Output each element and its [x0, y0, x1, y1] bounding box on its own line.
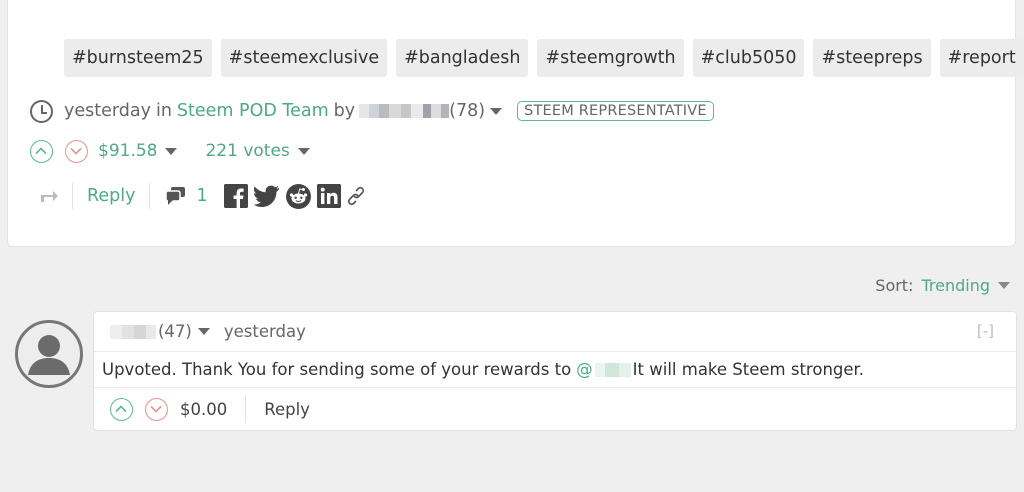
post-vote-row: $91.58 221 votes: [30, 136, 310, 166]
resteem-icon[interactable]: [38, 185, 60, 207]
comments-icon[interactable]: [164, 184, 188, 208]
comment-count[interactable]: 1: [196, 186, 207, 206]
reply-button[interactable]: Reply: [87, 186, 135, 206]
mention-at[interactable]: @: [576, 360, 593, 379]
sort-dropdown[interactable]: Trending: [921, 276, 990, 295]
action-divider: [72, 183, 73, 209]
author-title-badge: STEEM REPRESENTATIVE: [517, 101, 714, 121]
twitter-icon[interactable]: [253, 185, 280, 207]
tag-steemgrowth[interactable]: #steemgrowth: [537, 39, 684, 77]
post-card: #burnsteem25 #steemexclusive #bangladesh…: [7, 0, 1024, 247]
action-divider: [149, 183, 151, 209]
comment-author-caret-icon[interactable]: [197, 328, 210, 335]
author-menu-caret-icon[interactable]: [490, 107, 503, 115]
payout-caret-icon[interactable]: [165, 147, 178, 155]
mention-user-redacted[interactable]: [594, 362, 631, 377]
comment-card: (47) yesterday [-] Upvoted. Thank You fo…: [93, 311, 1017, 431]
comment-header: (47) yesterday [-]: [94, 312, 1016, 352]
permalink-icon[interactable]: [347, 186, 365, 206]
votes-caret-icon[interactable]: [297, 147, 310, 155]
share-buttons: [223, 183, 365, 209]
comment-author-reputation: (47): [158, 322, 192, 341]
by-word: by: [333, 101, 356, 121]
upvote-icon[interactable]: [30, 139, 53, 163]
sort-label: Sort:: [875, 276, 914, 295]
comment-reply-button[interactable]: Reply: [264, 400, 310, 419]
collapse-toggle[interactable]: [-]: [977, 322, 994, 340]
comment-body: Upvoted. Thank You for sending some of y…: [94, 352, 1016, 388]
post-time[interactable]: yesterday: [64, 101, 151, 121]
tag-list: #burnsteem25 #steemexclusive #bangladesh…: [64, 39, 1024, 77]
comment-text-prefix: Upvoted. Thank You for sending some of y…: [102, 360, 572, 379]
linkedin-icon[interactable]: [316, 184, 341, 208]
avatar-icon[interactable]: [15, 320, 83, 388]
facebook-icon[interactable]: [223, 184, 248, 208]
author-name-redacted[interactable]: [359, 104, 450, 118]
downvote-icon[interactable]: [65, 139, 88, 163]
comment-footer-divider: [245, 396, 247, 422]
tag-burnsteem25[interactable]: #burnsteem25: [64, 39, 212, 77]
comment-text-suffix: It will make Steem stronger.: [632, 360, 865, 379]
comment-time[interactable]: yesterday: [224, 322, 306, 341]
in-word: in: [155, 101, 172, 121]
post-meta: yesterday in Steem POD Team by (78) STEE…: [30, 97, 714, 125]
reddit-icon[interactable]: [285, 183, 311, 209]
clock-icon: [30, 99, 53, 123]
author-reputation: (78): [449, 101, 486, 121]
community-link[interactable]: Steem POD Team: [177, 101, 329, 121]
sort-caret-icon[interactable]: [998, 282, 1010, 289]
vote-count[interactable]: 221 votes: [205, 141, 289, 161]
comment-payout[interactable]: $0.00: [180, 400, 227, 419]
post-action-row: Reply 1: [30, 181, 365, 211]
tag-club5050[interactable]: #club5050: [692, 39, 805, 77]
downvote-icon[interactable]: [145, 397, 168, 421]
sort-control: Sort: Trending: [875, 276, 1010, 295]
comment-footer: $0.00 Reply: [94, 388, 1016, 430]
post-payout[interactable]: $91.58: [98, 141, 157, 161]
tag-steepreps[interactable]: #steepreps: [813, 39, 931, 77]
tag-bangladesh[interactable]: #bangladesh: [396, 39, 529, 77]
tag-report[interactable]: #report: [939, 39, 1024, 77]
upvote-icon[interactable]: [110, 397, 133, 421]
comment-author-redacted[interactable]: [110, 324, 156, 339]
tag-steemexclusive[interactable]: #steemexclusive: [220, 39, 388, 77]
